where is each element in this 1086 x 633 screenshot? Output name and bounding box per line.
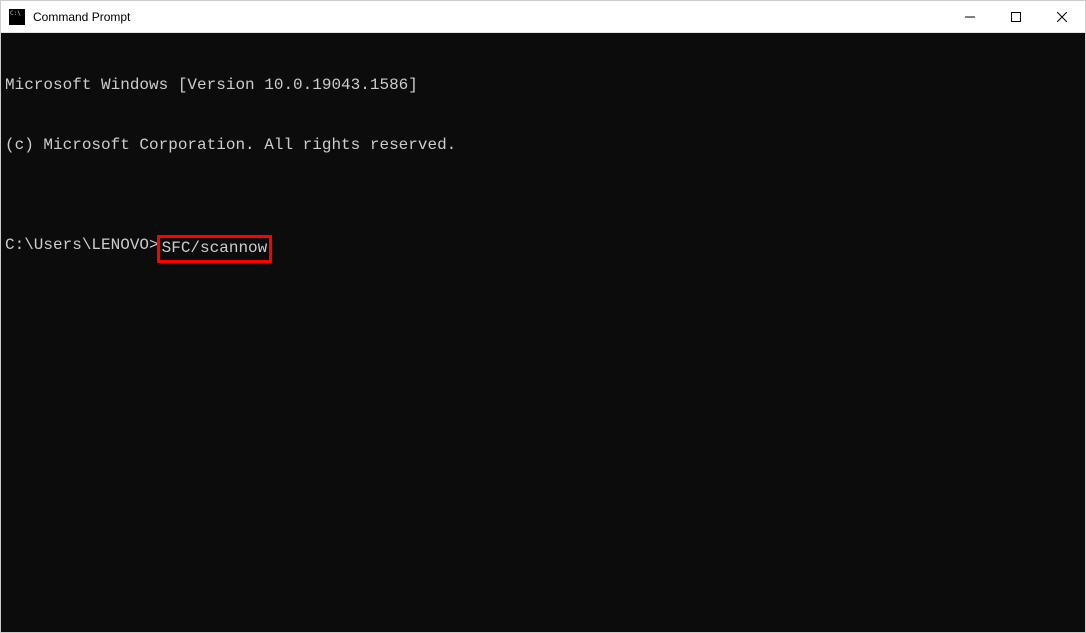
close-icon xyxy=(1057,12,1067,22)
close-button[interactable] xyxy=(1039,1,1085,32)
maximize-icon xyxy=(1011,12,1021,22)
cmd-icon xyxy=(9,9,25,25)
terminal-line-copyright: (c) Microsoft Corporation. All rights re… xyxy=(5,135,1081,155)
maximize-button[interactable] xyxy=(993,1,1039,32)
command-highlight: SFC/scannow xyxy=(157,235,273,263)
terminal-line-version: Microsoft Windows [Version 10.0.19043.15… xyxy=(5,75,1081,95)
terminal-command: SFC/scannow xyxy=(162,239,268,257)
window-title: Command Prompt xyxy=(33,10,947,24)
terminal-prompt-line: C:\Users\LENOVO>SFC/scannow xyxy=(5,235,1081,263)
minimize-icon xyxy=(965,12,975,22)
minimize-button[interactable] xyxy=(947,1,993,32)
terminal-area[interactable]: Microsoft Windows [Version 10.0.19043.15… xyxy=(1,33,1085,632)
command-prompt-window: Command Prompt Microsoft Windows [Versio xyxy=(0,0,1086,633)
terminal-prompt: C:\Users\LENOVO> xyxy=(5,235,159,255)
titlebar[interactable]: Command Prompt xyxy=(1,1,1085,33)
window-controls xyxy=(947,1,1085,32)
